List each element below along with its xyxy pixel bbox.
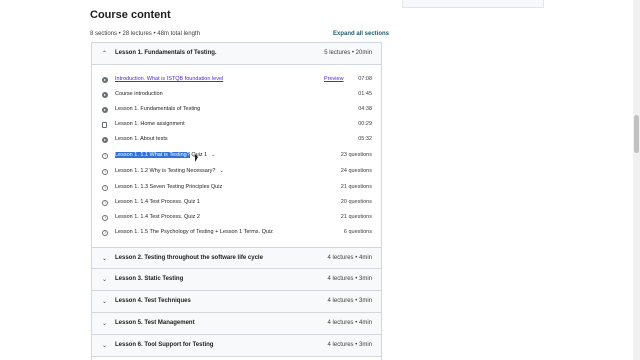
quiz-icon	[102, 230, 108, 236]
quiz-title-text: Lesson 1. 1.2 Why is Testing Necessary?	[115, 168, 216, 174]
quiz-icon	[102, 153, 108, 159]
quiz-question-count: 20 questions	[340, 199, 372, 205]
section-title: Lesson 6. Tool Support for Testing	[115, 342, 214, 348]
section-header-lesson-1[interactable]: ⌃ Lesson 1. Fundamentals of Testing. 5 l…	[92, 43, 381, 65]
lecture-title-link[interactable]: Introduction. What is ISTQB foundation l…	[115, 76, 223, 82]
chevron-down-icon[interactable]: ⌄	[211, 152, 215, 158]
quiz-title: Lesson 1. 1.3 Seven Testing Principles Q…	[115, 184, 223, 190]
chevron-down-icon: ⌄	[102, 343, 108, 349]
quiz-item: Lesson 1. 1.4 Test Process. Quiz 1 20 qu…	[92, 196, 381, 211]
lecture-item: Lesson 1. Home assignment 00:29	[92, 118, 381, 133]
scrollbar-track[interactable]	[633, 0, 640, 360]
quiz-icon	[102, 215, 108, 221]
chevron-down-icon: ⌄	[102, 277, 108, 283]
section-header-lesson-6[interactable]: ⌄ Lesson 6. Tool Support for Testing 4 l…	[92, 335, 381, 357]
chevron-down-icon: ⌄	[102, 299, 108, 305]
lecture-item: Lesson 1. Fundamentals of Testing 04:38	[92, 103, 381, 118]
chevron-down-icon: ⌄	[102, 321, 108, 327]
lecture-duration: 07:08	[358, 76, 372, 82]
mouse-cursor-icon	[195, 154, 198, 162]
lecture-item: Course introduction 01:45	[92, 88, 381, 103]
lecture-title: Lesson 1. Fundamentals of Testing	[115, 106, 201, 112]
lecture-title: Lesson 1. Home assignment	[115, 121, 185, 127]
section-header-lesson-4[interactable]: ⌄ Lesson 4. Test Techniques 4 lectures •…	[92, 291, 381, 313]
section-title: Lesson 1. Fundamentals of Testing.	[115, 50, 217, 56]
chevron-down-icon: ⌄	[102, 256, 108, 262]
lecture-duration: 04:38	[358, 106, 372, 112]
preview-link[interactable]: Preview	[324, 76, 344, 82]
side-panel	[402, 0, 544, 8]
section-meta: 5 lectures • 20min	[324, 50, 372, 56]
page: Course content 8 sections • 28 lectures …	[0, 0, 640, 360]
lecture-title: Lesson 1. About tests	[115, 136, 168, 142]
play-circle-icon	[102, 107, 108, 113]
quiz-item: Lesson 1. 1.3 Seven Testing Principles Q…	[92, 181, 381, 196]
quiz-icon	[102, 200, 108, 206]
quiz-question-count: 24 questions	[340, 168, 372, 174]
quiz-question-count: 21 questions	[340, 184, 372, 190]
section-meta: 4 lectures • 3min	[327, 276, 372, 282]
play-circle-icon	[102, 137, 108, 143]
lecture-duration: 00:29	[358, 121, 372, 127]
quiz-icon	[102, 185, 108, 191]
lecture-item: Lesson 1. About tests 05:32	[92, 133, 381, 148]
play-circle-icon	[102, 77, 108, 83]
quiz-question-count: 23 questions	[340, 152, 372, 158]
quiz-title: Lesson 1. 1.2 Why is Testing Necessary? ⌄	[115, 168, 224, 174]
section-header-lesson-2[interactable]: ⌄ Lesson 2. Testing throughout the softw…	[92, 247, 381, 269]
course-summary: 8 sections • 28 lectures • 48m total len…	[90, 31, 200, 37]
document-icon	[102, 122, 107, 128]
play-circle-icon	[102, 92, 108, 98]
quiz-item: Lesson 1. 1.1 What is Testing? Quiz 1⌄ 2…	[92, 149, 381, 164]
quiz-title: Lesson 1. 1.1 What is Testing? Quiz 1 ⌄	[115, 152, 215, 158]
quiz-question-count: 6 questions	[343, 229, 372, 235]
expand-all-sections-button[interactable]: Expand all sections	[333, 31, 389, 37]
section-meta: 4 lectures • 4min	[327, 320, 372, 326]
quiz-question-count: 21 questions	[340, 214, 372, 220]
selected-text: Lesson 1. 1.1 What is Testing?	[115, 152, 190, 158]
page-title: Course content	[90, 9, 171, 21]
quiz-item: Lesson 1. 1.5 The Psychology of Testing …	[92, 226, 381, 241]
section-title: Lesson 2. Testing throughout the softwar…	[115, 255, 263, 261]
quiz-item: Lesson 1. 1.4 Test Process. Quiz 2 21 qu…	[92, 211, 381, 226]
course-content-list: ⌃ Lesson 1. Fundamentals of Testing. 5 l…	[91, 42, 382, 360]
chevron-up-icon: ⌃	[102, 51, 108, 57]
quiz-title: Lesson 1. 1.4 Test Process. Quiz 1	[115, 199, 200, 205]
lecture-duration: 05:32	[358, 136, 372, 142]
section-header-lesson-3[interactable]: ⌄ Lesson 3. Static Testing 4 lectures • …	[92, 269, 381, 291]
section-title: Lesson 3. Static Testing	[115, 276, 184, 282]
section-title: Lesson 5. Test Management	[115, 320, 195, 326]
chevron-down-icon[interactable]: ⌄	[219, 168, 223, 174]
section-header-lesson-5[interactable]: ⌄ Lesson 5. Test Management 4 lectures •…	[92, 313, 381, 335]
section-title: Lesson 4. Test Techniques	[115, 298, 191, 304]
section-meta: 4 lectures • 3min	[327, 298, 372, 304]
lecture-duration: 01:45	[358, 91, 372, 97]
quiz-icon	[102, 169, 108, 175]
section-meta: 4 lectures • 4min	[327, 255, 372, 261]
quiz-title: Lesson 1. 1.5 The Psychology of Testing …	[115, 229, 273, 235]
scrollbar-thumb[interactable]	[634, 115, 639, 153]
lecture-title: Course introduction	[115, 91, 163, 97]
section-meta: 4 lectures • 3min	[327, 342, 372, 348]
quiz-item: Lesson 1. 1.2 Why is Testing Necessary?⌄…	[92, 165, 381, 180]
quiz-title-rest: Quiz 1	[189, 152, 208, 158]
lecture-item: Introduction. What is ISTQB foundation l…	[92, 73, 381, 88]
quiz-title: Lesson 1. 1.4 Test Process. Quiz 2	[115, 214, 200, 220]
